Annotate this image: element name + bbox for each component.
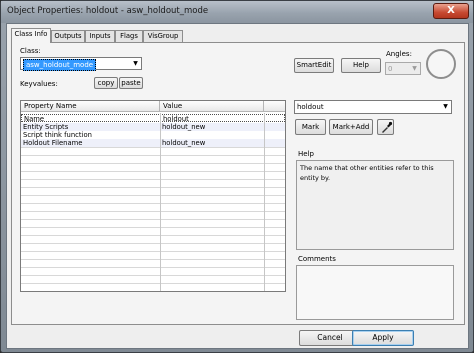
mark-button[interactable]: Mark [295, 119, 326, 135]
grid-line [21, 147, 285, 148]
grid-line [21, 275, 285, 276]
grid-line [21, 227, 285, 228]
row-property-name: Entity Scripts [23, 123, 69, 131]
grid-line [21, 155, 285, 156]
class-label: Class: [20, 47, 41, 55]
apply-button[interactable]: Apply [352, 330, 414, 346]
help-panel-title: Help [298, 150, 314, 158]
row-property-value: holdout [163, 115, 189, 123]
class-info-pane: Class: asw_holdout_mode ▼ Keyvalues: cop… [11, 42, 465, 325]
chevron-down-icon: ▼ [412, 65, 417, 72]
smartedit-toggle-button[interactable]: SmartEdit [294, 58, 334, 73]
column-header-property-name[interactable]: Property Name [21, 101, 160, 112]
grid-line [21, 243, 285, 244]
tab-class-info[interactable]: Class Info [11, 28, 51, 43]
grid-column-divider [160, 113, 161, 291]
eyedropper-button[interactable] [377, 119, 394, 135]
table-row[interactable]: Holdout Filename holdout_new [21, 139, 285, 147]
class-value: asw_holdout_mode [23, 59, 97, 71]
grid-line [21, 283, 285, 284]
grid-line [21, 251, 285, 252]
value-field: holdout [297, 103, 324, 111]
grid-line [21, 211, 285, 212]
comments-textarea[interactable] [296, 265, 454, 320]
angles-value: 0 [388, 65, 393, 73]
row-property-name: Name [24, 115, 45, 123]
grid-line [21, 163, 285, 164]
chevron-down-icon: ▼ [133, 60, 138, 67]
grid-line [21, 195, 285, 196]
chevron-down-icon: ▼ [443, 103, 448, 110]
angles-label: Angles: [386, 50, 412, 58]
row-property-name: Holdout Filename [23, 139, 83, 147]
keyvalues-grid: Property Name Value Name holdout Entity … [20, 100, 286, 292]
tab-outputs[interactable]: Outputs [51, 30, 85, 42]
value-combobox[interactable]: holdout ▼ [294, 100, 452, 114]
help-textarea: The name that other entities refer to th… [296, 160, 454, 250]
object-properties-window: Object Properties: holdout - asw_holdout… [0, 0, 474, 353]
comments-panel-title: Comments [298, 255, 336, 263]
close-button[interactable]: X [433, 3, 469, 19]
help-text: The name that other entities refer to th… [300, 164, 434, 182]
grid-line [21, 171, 285, 172]
mark-add-button[interactable]: Mark+Add [329, 119, 373, 135]
grid-line [21, 219, 285, 220]
row-property-name: Script think function [23, 131, 92, 139]
grid-line [21, 203, 285, 204]
paste-button[interactable]: paste [119, 77, 143, 89]
dialog-client-area: Class Info Outputs Inputs Flags VisGroup… [6, 23, 469, 349]
angle-dial-control[interactable] [426, 49, 456, 79]
grid-column-divider [264, 113, 265, 291]
class-combobox[interactable]: asw_holdout_mode ▼ [20, 57, 142, 71]
copy-button[interactable]: copy [94, 77, 118, 89]
angles-combobox[interactable]: 0 ▼ [385, 62, 421, 75]
grid-line [21, 259, 285, 260]
keyvalues-label: Keyvalues: [20, 80, 58, 88]
grid-header: Property Name Value [21, 101, 285, 112]
tab-inputs[interactable]: Inputs [85, 30, 115, 42]
table-row[interactable]: Script think function [21, 131, 285, 139]
row-property-value: holdout_new [162, 123, 206, 131]
grid-line [21, 235, 285, 236]
tab-visgroup[interactable]: VisGroup [143, 30, 183, 42]
grid-line [21, 187, 285, 188]
grid-line [21, 179, 285, 180]
eyedropper-icon [382, 121, 393, 133]
window-title: Object Properties: holdout - asw_holdout… [7, 6, 209, 16]
grid-line [21, 267, 285, 268]
column-header-value[interactable]: Value [160, 101, 264, 112]
table-row[interactable]: Entity Scripts holdout_new [21, 123, 285, 131]
row-property-value: holdout_new [162, 139, 206, 147]
table-row[interactable]: Name holdout [21, 114, 285, 123]
help-button[interactable]: Help [341, 58, 381, 73]
tab-flags[interactable]: Flags [115, 30, 143, 42]
title-bar[interactable]: Object Properties: holdout - asw_holdout… [1, 1, 473, 23]
